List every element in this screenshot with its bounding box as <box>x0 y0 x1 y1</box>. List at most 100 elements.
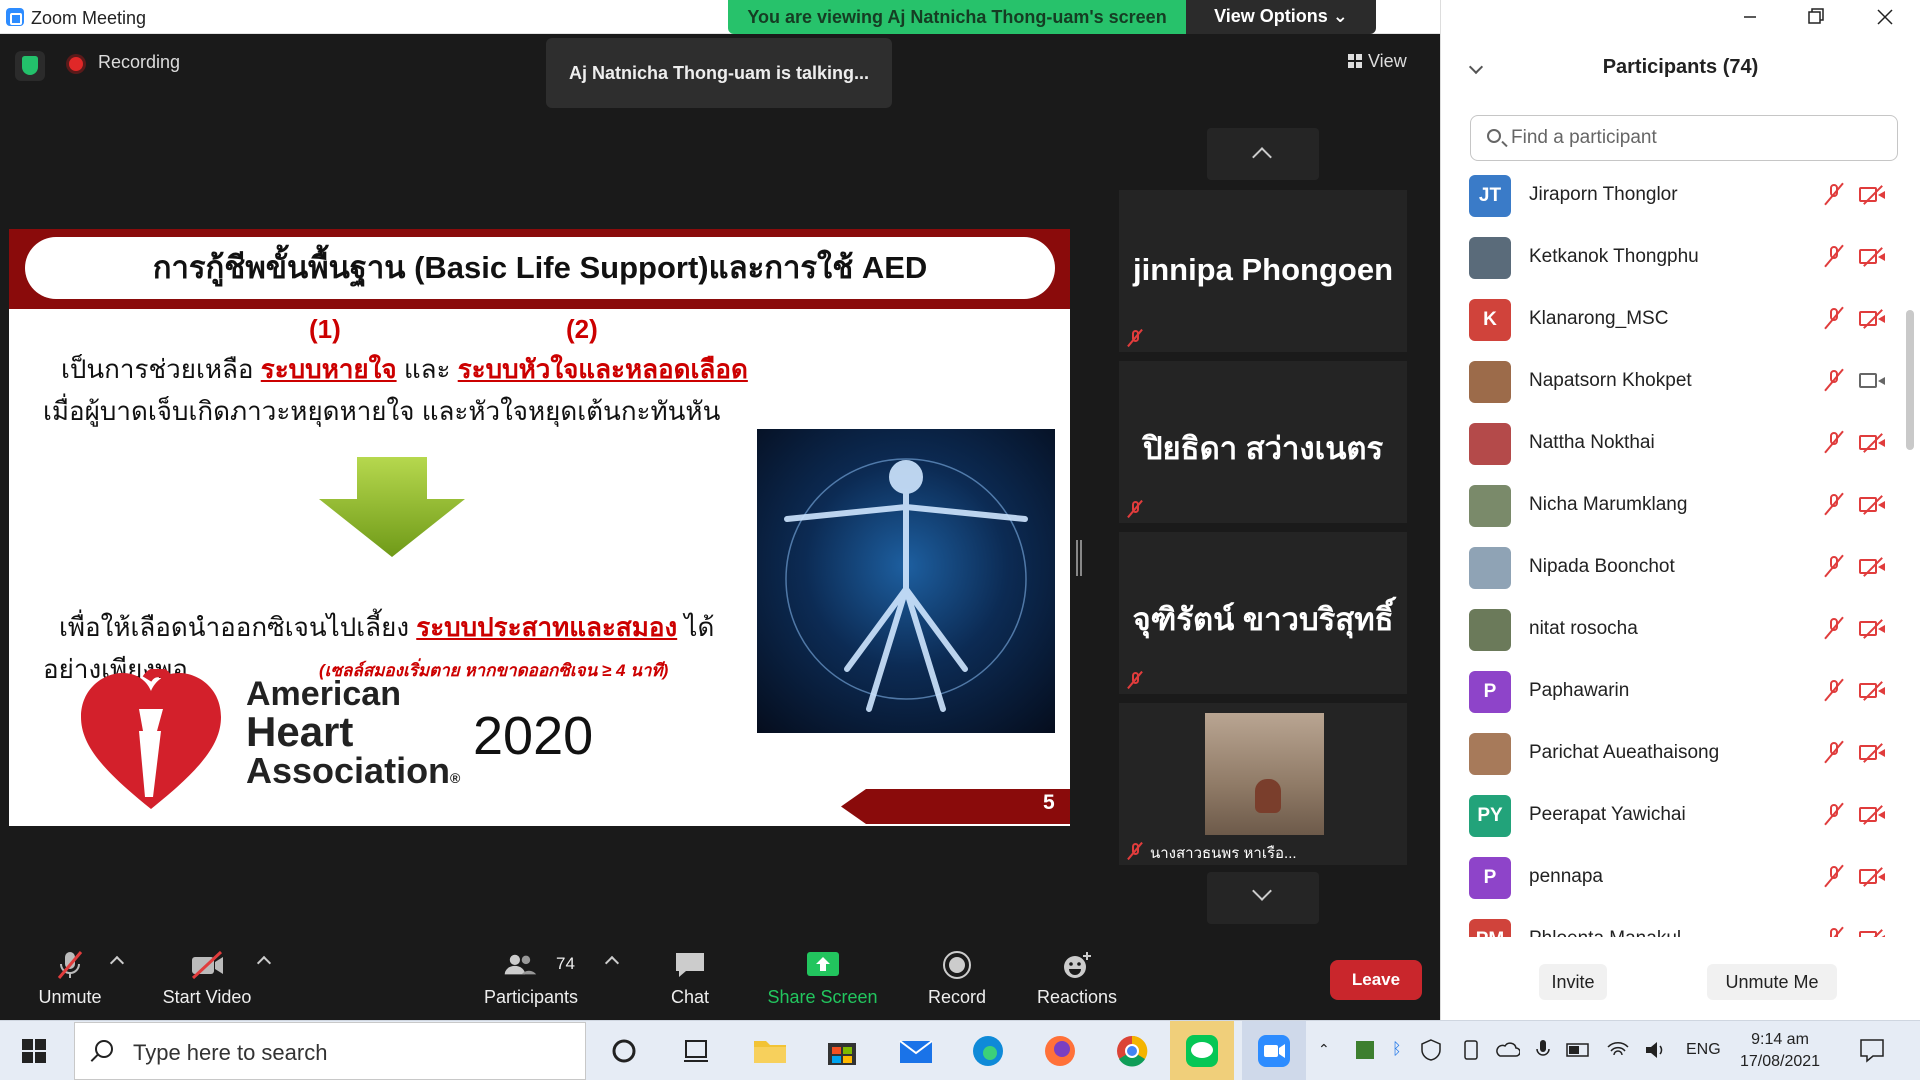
participant-row[interactable]: nitat rosocha <box>1441 601 1901 663</box>
security-tray-icon[interactable] <box>1420 1039 1442 1061</box>
participant-row[interactable]: JT Jiraporn Thonglor <box>1441 167 1901 229</box>
microsoft-store-icon[interactable] <box>820 1029 864 1073</box>
start-video-button[interactable]: Start Video <box>155 944 259 1014</box>
firefox-icon[interactable] <box>1038 1029 1082 1073</box>
edge-browser-icon[interactable] <box>966 1029 1010 1073</box>
participant-row[interactable]: P Paphawarin <box>1441 663 1901 725</box>
participant-row[interactable]: Ketkanok Thongphu <box>1441 229 1901 291</box>
video-off-icon[interactable] <box>1859 929 1887 937</box>
view-options-button[interactable]: View Options ⌄ <box>1186 0 1376 34</box>
restore-icon[interactable] <box>1796 4 1834 30</box>
reactions-icon <box>1064 952 1091 978</box>
battery-icon[interactable] <box>1566 1041 1592 1059</box>
participant-row[interactable]: K Klanarong_MSC <box>1441 291 1901 353</box>
show-hidden-icons-icon[interactable]: ⌃ <box>1318 1041 1330 1058</box>
muted-mic-icon[interactable] <box>1824 182 1844 208</box>
participant-name: nitat rosocha <box>1529 618 1638 639</box>
muted-mic-icon[interactable] <box>1824 554 1844 580</box>
participant-row[interactable]: Parichat Aueathaisong <box>1441 725 1901 787</box>
task-view-icon[interactable] <box>674 1029 718 1073</box>
taskbar-search[interactable]: Type here to search <box>74 1022 586 1080</box>
muted-mic-icon[interactable] <box>1824 926 1844 937</box>
gallery-scroll-up-button[interactable] <box>1207 128 1319 180</box>
video-tile[interactable]: jinnipa Phongoen <box>1119 190 1407 352</box>
participant-row[interactable]: Nattha Nokthai <box>1441 415 1901 477</box>
video-off-icon[interactable] <box>1859 433 1887 453</box>
invite-button[interactable]: Invite <box>1539 964 1607 1000</box>
device-tray-icon[interactable] <box>1460 1039 1482 1061</box>
video-off-icon[interactable] <box>1859 495 1887 515</box>
participant-row[interactable]: Ppennapa <box>1441 849 1901 911</box>
video-options-caret-icon[interactable] <box>256 955 272 971</box>
onedrive-icon[interactable] <box>1496 1039 1520 1061</box>
meeting-stage: Recording Aj Natnicha Thong-uam is talki… <box>0 34 1440 1020</box>
muted-mic-icon[interactable] <box>1824 864 1844 890</box>
video-off-icon[interactable] <box>1859 185 1887 205</box>
participant-row[interactable]: Nicha Marumklang <box>1441 477 1901 539</box>
wifi-icon[interactable] <box>1606 1039 1630 1061</box>
minimize-icon[interactable] <box>1731 4 1769 30</box>
muted-mic-icon[interactable] <box>1824 492 1844 518</box>
tile-name: ปิยธิดา สว่างเนตร <box>1142 431 1384 466</box>
panel-resize-handle[interactable] <box>1076 540 1082 576</box>
muted-mic-icon[interactable] <box>1824 368 1844 394</box>
video-tile[interactable]: ปิยธิดา สว่างเนตร <box>1119 361 1407 523</box>
muted-mic-icon[interactable] <box>1824 802 1844 828</box>
muted-mic-icon <box>1127 670 1143 690</box>
unmute-me-button[interactable]: Unmute Me <box>1707 964 1837 1000</box>
bluetooth-icon[interactable]: ᛒ <box>1392 1041 1402 1059</box>
unmute-button[interactable]: Unmute <box>20 944 120 1014</box>
muted-mic-icon[interactable] <box>1824 740 1844 766</box>
chat-button[interactable]: Chat <box>650 944 730 1014</box>
participant-list-scrollbar[interactable] <box>1906 310 1914 450</box>
gallery-scroll-down-button[interactable] <box>1207 872 1319 924</box>
file-explorer-icon[interactable] <box>748 1029 792 1073</box>
reactions-button[interactable]: Reactions <box>1030 944 1124 1014</box>
zoom-app-icon[interactable] <box>1252 1029 1296 1073</box>
cortana-icon[interactable] <box>602 1029 646 1073</box>
microphone-tray-icon[interactable] <box>1534 1039 1552 1061</box>
slide-line-3-text-c: ได้ <box>677 612 715 642</box>
view-button[interactable]: View <box>1348 46 1428 76</box>
muted-mic-icon[interactable] <box>1824 678 1844 704</box>
video-off-icon[interactable] <box>1859 743 1887 763</box>
participant-search-input[interactable] <box>1511 124 1881 152</box>
participant-row[interactable]: Nipada Boonchot <box>1441 539 1901 601</box>
volume-icon[interactable] <box>1644 1039 1668 1061</box>
video-off-icon[interactable] <box>1859 309 1887 329</box>
security-shield-icon[interactable] <box>15 51 45 81</box>
participant-name: Klanarong_MSC <box>1529 308 1669 329</box>
mail-icon[interactable] <box>894 1029 938 1073</box>
participant-row[interactable]: PY Peerapat Yawichai <box>1441 787 1901 849</box>
leave-button[interactable]: Leave <box>1330 960 1422 1000</box>
notifications-icon[interactable] <box>1858 1037 1886 1063</box>
share-screen-button[interactable]: Share Screen <box>760 944 885 1014</box>
video-tile[interactable]: นางสาวธนพร หาเรือ... <box>1119 703 1407 865</box>
video-off-icon[interactable] <box>1859 557 1887 577</box>
taskbar-clock[interactable]: 9:14 am 17/08/2021 <box>1712 1029 1848 1073</box>
windows-start-icon[interactable] <box>22 1039 46 1063</box>
close-window-icon[interactable] <box>1866 4 1904 30</box>
video-off-icon[interactable] <box>1859 619 1887 639</box>
video-on-icon[interactable] <box>1859 371 1887 391</box>
video-off-icon[interactable] <box>1859 247 1887 267</box>
line-app-icon[interactable] <box>1180 1029 1224 1073</box>
participant-row[interactable]: Napatsorn Khokpet <box>1441 353 1901 415</box>
chrome-icon[interactable] <box>1110 1029 1154 1073</box>
participants-options-caret-icon[interactable] <box>604 955 620 971</box>
muted-mic-icon[interactable] <box>1824 244 1844 270</box>
video-off-icon[interactable] <box>1859 805 1887 825</box>
record-button[interactable]: Record <box>910 944 1004 1014</box>
participant-search[interactable] <box>1470 115 1898 161</box>
view-label: View <box>1368 51 1407 71</box>
video-off-icon[interactable] <box>1859 867 1887 887</box>
network-activity-icon[interactable] <box>1354 1039 1376 1061</box>
muted-mic-icon[interactable] <box>1824 616 1844 642</box>
video-tile[interactable]: จุฑิรัตน์ ขาวบริสุทธิ์ <box>1119 532 1407 694</box>
muted-mic-icon[interactable] <box>1824 306 1844 332</box>
participants-button[interactable]: 74 Participants <box>476 944 586 1014</box>
muted-mic-icon[interactable] <box>1824 430 1844 456</box>
video-off-icon[interactable] <box>1859 681 1887 701</box>
participant-row[interactable]: PM Phloenta Manakul <box>1441 911 1901 937</box>
taskbar-search-placeholder: Type here to search <box>133 1040 328 1065</box>
